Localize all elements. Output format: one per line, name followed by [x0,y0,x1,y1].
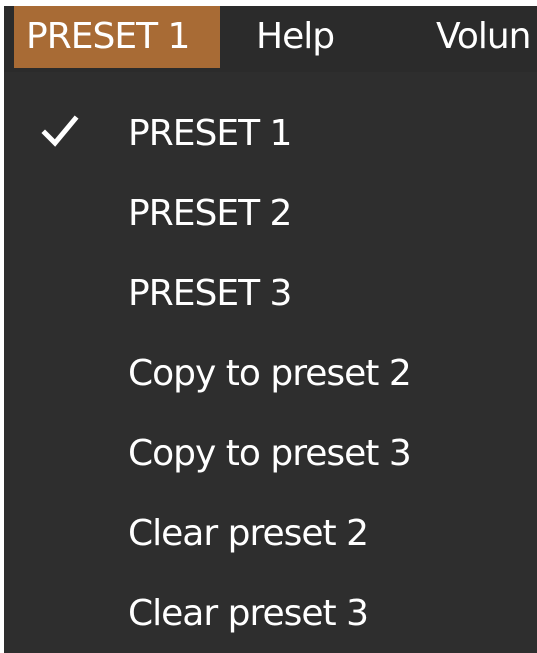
menu-item-preset-2[interactable]: PRESET 2 [4,174,537,254]
menu-item-label: PRESET 3 [128,273,292,314]
menu-item-label: PRESET 1 [128,113,292,154]
menu-item-label: Copy to preset 2 [128,353,412,394]
menubar-volume[interactable]: Volun [436,6,531,68]
menu-item-preset-3[interactable]: PRESET 3 [4,254,537,334]
menu-item-clear-preset-2[interactable]: Clear preset 2 [4,494,537,574]
menu-item-clear-preset-3[interactable]: Clear preset 3 [4,574,537,653]
menu-item-label: Clear preset 2 [128,513,369,554]
preset-dropdown-menu: PRESET 1 PRESET 2 PRESET 3 Copy to prese… [4,72,537,653]
menu-item-copy-to-preset-3[interactable]: Copy to preset 3 [4,414,537,494]
menu-item-preset-1[interactable]: PRESET 1 [4,94,537,174]
menu-bar: PRESET 1 Help Volun [4,6,537,72]
menu-window: PRESET 1 Help Volun PRESET 1 PRESET 2 PR… [4,6,537,653]
menubar-help[interactable]: Help [256,6,335,68]
menu-item-label: Clear preset 3 [128,593,369,634]
menubar-preset-1[interactable]: PRESET 1 [14,6,220,68]
menu-item-label: PRESET 2 [128,193,292,234]
check-icon [41,115,79,147]
menu-item-copy-to-preset-2[interactable]: Copy to preset 2 [4,334,537,414]
menu-item-label: Copy to preset 3 [128,433,412,474]
